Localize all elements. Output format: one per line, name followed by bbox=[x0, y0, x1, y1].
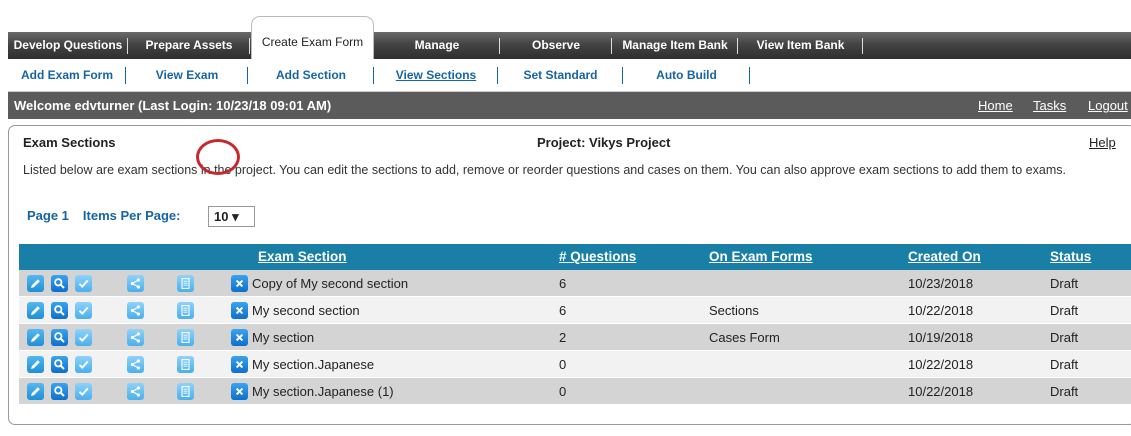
app-root: Develop Questions Prepare Assets Create … bbox=[0, 0, 1131, 436]
subnav-auto-build[interactable]: Auto Build bbox=[623, 59, 750, 92]
tab-create-exam-form[interactable]: Create Exam Form bbox=[251, 16, 374, 59]
document-icon[interactable] bbox=[177, 329, 194, 346]
tab-develop-questions[interactable]: Develop Questions bbox=[8, 32, 128, 59]
cell-exam-section: My section.Japanese bbox=[252, 357, 375, 372]
cell-on-exam-forms: Cases Form bbox=[709, 330, 780, 345]
table-header: Exam Section # Questions On Exam Forms C… bbox=[19, 244, 1131, 270]
cell-status: Draft bbox=[1050, 330, 1079, 345]
edit-icon[interactable] bbox=[27, 329, 44, 346]
table-row: My section.Japanese 0 10/22/2018 Draft bbox=[19, 351, 1131, 378]
header-created-on[interactable]: Created On bbox=[908, 244, 981, 270]
cell-on-exam-forms: Sections bbox=[709, 303, 759, 318]
cell-created-on: 10/22/2018 bbox=[908, 303, 974, 318]
cell-created-on: 10/22/2018 bbox=[908, 357, 974, 372]
search-icon[interactable] bbox=[51, 356, 68, 373]
cell-exam-section: Copy of My second section bbox=[252, 276, 409, 291]
exam-sections-table: Exam Section # Questions On Exam Forms C… bbox=[19, 244, 1131, 405]
welcome-bar: Welcome edvturner (Last Login: 10/23/18 … bbox=[8, 92, 1131, 119]
pager: Page 1 Items Per Page: bbox=[27, 208, 180, 223]
cell-status: Draft bbox=[1050, 357, 1079, 372]
tasks-link[interactable]: Tasks bbox=[1033, 92, 1066, 119]
cell-questions: 0 bbox=[559, 357, 567, 372]
approve-icon[interactable] bbox=[75, 275, 92, 292]
document-icon[interactable] bbox=[177, 383, 194, 400]
document-icon[interactable] bbox=[177, 356, 194, 373]
cell-questions: 6 bbox=[559, 303, 567, 318]
approve-icon[interactable] bbox=[75, 356, 92, 373]
share-icon[interactable] bbox=[127, 302, 144, 319]
cell-created-on: 10/22/2018 bbox=[908, 384, 974, 399]
share-icon[interactable] bbox=[127, 356, 144, 373]
sub-navigation: Add Exam Form View Exam Add Section View… bbox=[8, 59, 1131, 92]
tab-manage[interactable]: Manage bbox=[374, 32, 500, 59]
share-icon[interactable] bbox=[127, 329, 144, 346]
tab-observe[interactable]: Observe bbox=[500, 32, 612, 59]
header-status[interactable]: Status bbox=[1050, 244, 1091, 270]
document-icon[interactable] bbox=[177, 275, 194, 292]
page-number: Page 1 bbox=[27, 208, 69, 223]
cell-exam-section: My section bbox=[252, 330, 315, 345]
share-icon[interactable] bbox=[127, 383, 144, 400]
delete-icon[interactable] bbox=[231, 275, 248, 292]
edit-icon[interactable] bbox=[27, 302, 44, 319]
search-icon[interactable] bbox=[51, 329, 68, 346]
edit-icon[interactable] bbox=[27, 275, 44, 292]
delete-icon[interactable] bbox=[231, 356, 248, 373]
search-icon[interactable] bbox=[51, 275, 68, 292]
header-questions[interactable]: # Questions bbox=[559, 244, 636, 270]
subnav-set-standard[interactable]: Set Standard bbox=[498, 59, 623, 92]
logout-link[interactable]: Logout bbox=[1088, 92, 1128, 119]
main-tab-bar: Develop Questions Prepare Assets Create … bbox=[8, 16, 1131, 59]
project-name: Project: Vikys Project bbox=[537, 135, 671, 150]
tab-view-item-bank[interactable]: View Item Bank bbox=[738, 32, 863, 59]
edit-icon[interactable] bbox=[27, 356, 44, 373]
subnav-view-exam[interactable]: View Exam bbox=[126, 59, 248, 92]
approve-icon[interactable] bbox=[75, 383, 92, 400]
table-row: My section.Japanese (1) 0 10/22/2018 Dra… bbox=[19, 378, 1131, 405]
table-body: Copy of My second section 6 10/23/2018 D… bbox=[19, 270, 1131, 405]
cell-exam-section: My second section bbox=[252, 303, 360, 318]
edit-icon[interactable] bbox=[27, 383, 44, 400]
items-per-page-label: Items Per Page: bbox=[82, 208, 181, 223]
delete-icon[interactable] bbox=[231, 329, 248, 346]
cell-status: Draft bbox=[1050, 384, 1079, 399]
cell-created-on: 10/23/2018 bbox=[908, 276, 974, 291]
share-icon[interactable] bbox=[127, 275, 144, 292]
cell-status: Draft bbox=[1050, 303, 1079, 318]
header-on-exam-forms[interactable]: On Exam Forms bbox=[709, 244, 813, 270]
delete-icon[interactable] bbox=[231, 383, 248, 400]
panel-description: Listed below are exam sections in the pr… bbox=[23, 163, 1066, 177]
cell-created-on: 10/19/2018 bbox=[908, 330, 974, 345]
welcome-message: Welcome edvturner (Last Login: 10/23/18 … bbox=[14, 98, 332, 113]
exam-sections-panel: Exam Sections Project: Vikys Project Hel… bbox=[8, 125, 1131, 425]
table-row: My section 2 Cases Form 10/19/2018 Draft bbox=[19, 324, 1131, 351]
header-exam-section[interactable]: Exam Section bbox=[258, 244, 347, 270]
search-icon[interactable] bbox=[51, 302, 68, 319]
document-icon[interactable] bbox=[177, 302, 194, 319]
approve-icon[interactable] bbox=[75, 329, 92, 346]
cell-exam-section: My section.Japanese (1) bbox=[252, 384, 394, 399]
subnav-view-sections[interactable]: View Sections bbox=[374, 59, 498, 92]
cell-questions: 2 bbox=[559, 330, 567, 345]
approve-icon[interactable] bbox=[75, 302, 92, 319]
tab-prepare-assets[interactable]: Prepare Assets bbox=[128, 32, 250, 59]
table-row: My second section 6 Sections 10/22/2018 … bbox=[19, 297, 1131, 324]
cell-questions: 6 bbox=[559, 276, 567, 291]
search-icon[interactable] bbox=[51, 383, 68, 400]
delete-icon[interactable] bbox=[231, 302, 248, 319]
tab-manage-item-bank[interactable]: Manage Item Bank bbox=[612, 32, 738, 59]
cell-questions: 0 bbox=[559, 384, 567, 399]
delete-highlight-circle bbox=[196, 139, 240, 175]
help-link[interactable]: Help bbox=[1089, 135, 1116, 150]
items-per-page-select[interactable]: 10 ▾ bbox=[208, 206, 255, 227]
home-link[interactable]: Home bbox=[978, 92, 1013, 119]
table-row: Copy of My second section 6 10/23/2018 D… bbox=[19, 270, 1131, 297]
cell-status: Draft bbox=[1050, 276, 1079, 291]
subnav-add-section[interactable]: Add Section bbox=[248, 59, 374, 92]
panel-title: Exam Sections bbox=[23, 135, 116, 150]
subnav-add-exam-form[interactable]: Add Exam Form bbox=[8, 59, 126, 92]
